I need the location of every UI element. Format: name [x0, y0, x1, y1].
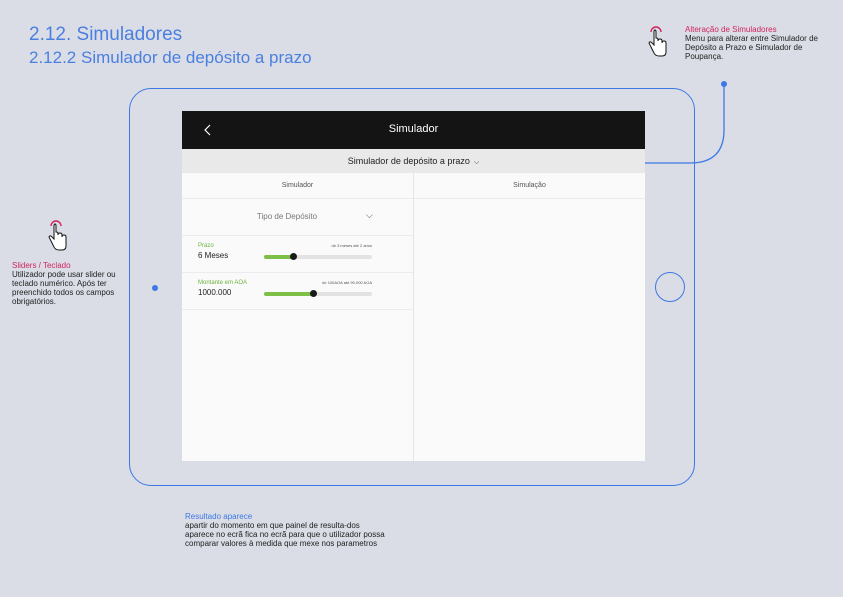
column-header-simulacao: Simulação	[414, 173, 645, 199]
montante-slider[interactable]	[264, 290, 372, 297]
prazo-slider[interactable]	[264, 253, 372, 260]
field-prazo: Prazo 6 Meses de 3 meses até 2 anos	[182, 236, 413, 273]
field-range: de 3 meses até 2 anos	[331, 243, 372, 248]
field-range: de 100AOA até 90.000 AOA	[322, 280, 372, 285]
header-title: Simulador	[388, 123, 439, 135]
deposit-type-dropdown[interactable]: Tipo de Depósito ⌵	[182, 199, 413, 236]
column-divider	[413, 173, 414, 461]
chevron-down-icon: ⌵	[473, 159, 480, 166]
slider-fill	[264, 255, 294, 259]
field-value-input[interactable]: 6 Meses	[198, 251, 228, 260]
field-label: Montante em AOA	[198, 280, 248, 286]
deposit-type-placeholder: Tipo de Depósito	[256, 212, 318, 221]
slider-handle[interactable]	[309, 290, 317, 297]
selector-label: Simulador de depósito a prazo	[347, 156, 470, 166]
slider-handle[interactable]	[290, 253, 298, 260]
app-screen: Simulador Simulador de depósito a prazo ⌵…	[182, 111, 645, 461]
field-label: Prazo	[198, 243, 214, 249]
field-montante: Montante em AOA 1000.000 de 100AOA até 9…	[182, 273, 413, 310]
field-value-input[interactable]: 1000.000	[198, 288, 231, 297]
chevron-down-icon: ⌵	[366, 210, 373, 220]
simulator-selector[interactable]: Simulador de depósito a prazo ⌵	[182, 149, 645, 173]
slider-fill	[264, 292, 313, 296]
column-header-simulador: Simulador	[182, 173, 413, 199]
connector-dot	[721, 81, 727, 87]
app-header: Simulador	[182, 111, 645, 149]
